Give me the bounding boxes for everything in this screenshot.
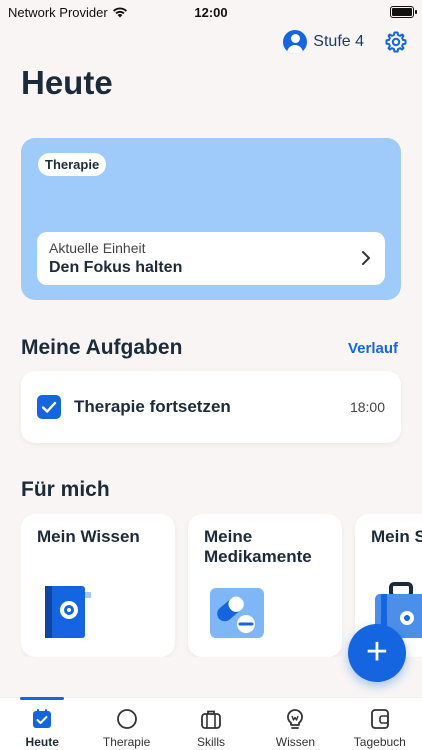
tile-knowledge[interactable]: Mein Wissen [21, 514, 175, 657]
therapy-card[interactable]: Therapie Aktuelle Einheit Den Fokus halt… [21, 138, 401, 300]
checkmark-icon [41, 401, 57, 413]
profile-level-button[interactable]: Stufe 4 [283, 30, 364, 54]
tile-label: Mein Skillko [371, 527, 422, 546]
tab-diary[interactable]: Tagebuch [338, 698, 422, 750]
tab-therapy[interactable]: Therapie [84, 698, 168, 750]
unit-title: Den Fokus halten [49, 259, 183, 276]
tile-label: Meine Medikamente [204, 527, 312, 566]
tab-today[interactable]: Heute [0, 697, 84, 750]
wifi-icon [112, 7, 127, 18]
tab-label: Skills [197, 735, 226, 749]
current-unit-button[interactable]: Aktuelle Einheit Den Fokus halten [37, 232, 385, 285]
tab-knowledge[interactable]: Wissen [253, 698, 337, 750]
tile-label: Mein Wissen [37, 527, 140, 546]
history-link[interactable]: Verlauf [348, 340, 398, 357]
status-bar: Network Provider 12:00 [0, 0, 422, 24]
add-button[interactable]: + [348, 624, 406, 682]
carrier-label: Network Provider [8, 4, 108, 20]
book-icon [45, 586, 91, 638]
battery-icon [390, 6, 417, 18]
task-item[interactable]: Therapie fortsetzen 18:00 [21, 371, 401, 443]
lightbulb-icon [287, 709, 304, 729]
pills-icon [210, 588, 264, 638]
tile-medication[interactable]: Meine Medikamente [188, 514, 342, 657]
tab-label: Therapie [102, 735, 151, 749]
tab-skills[interactable]: Skills [169, 698, 253, 750]
calendar-check-icon [33, 709, 52, 728]
task-checkbox[interactable] [37, 395, 61, 419]
tab-label: Wissen [275, 735, 316, 749]
gear-icon[interactable] [384, 30, 408, 54]
journal-icon [370, 709, 389, 729]
task-time: 18:00 [349, 399, 385, 415]
tasks-section-title: Meine Aufgaben [21, 336, 183, 359]
active-tab-indicator [20, 697, 65, 700]
avatar-icon [283, 30, 308, 54]
top-actions: Stufe 4 [283, 30, 408, 54]
page-title: Heute [21, 64, 113, 101]
carrier-info: Network Provider [8, 5, 128, 20]
tab-bar: Heute Therapie Skills Wissen Tagebuch [0, 697, 422, 750]
task-label: Therapie fortsetzen [74, 397, 231, 416]
unit-caption: Aktuelle Einheit [49, 240, 146, 256]
briefcase-icon [201, 710, 221, 729]
tab-label: Heute [25, 735, 59, 749]
level-label: Stufe 4 [313, 33, 364, 50]
chevron-right-icon [362, 251, 370, 265]
therapy-tag: Therapie [38, 153, 107, 176]
for-me-section-title: Für mich [21, 478, 110, 501]
tab-label: Tagebuch [353, 735, 406, 749]
circle-icon [116, 709, 137, 729]
